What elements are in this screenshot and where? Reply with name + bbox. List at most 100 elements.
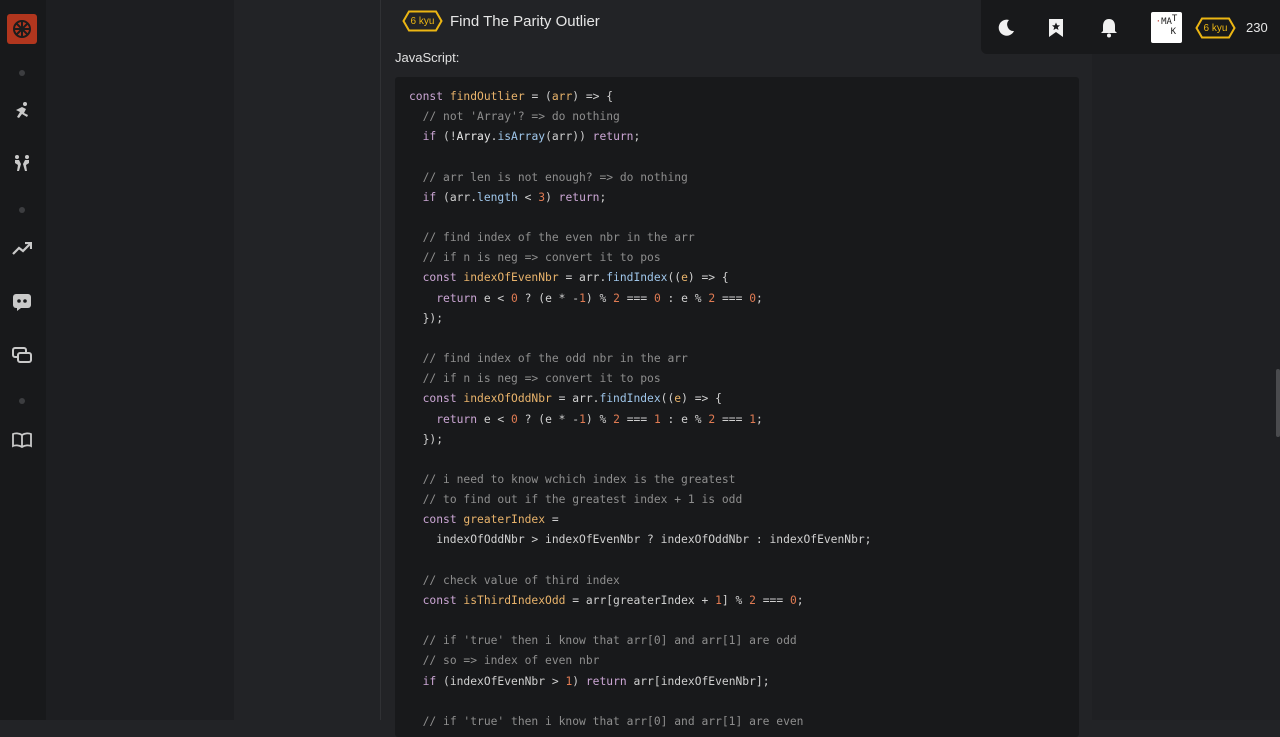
logo-icon[interactable] <box>7 14 37 44</box>
code-line: const greaterIndex = <box>409 510 1065 530</box>
code-line: // check value of third index <box>409 571 1065 591</box>
kata-header: 6 kyu Find The Parity Outlier <box>402 10 600 32</box>
code-token: 0 <box>749 291 756 305</box>
code-token: if <box>422 130 437 144</box>
code-token: findIndex <box>606 271 668 285</box>
code-token: = arr. <box>558 271 607 285</box>
code-token: const <box>422 513 464 527</box>
code-token: findIndex <box>599 392 661 406</box>
code-token: ; <box>633 130 641 144</box>
user-rank-badge[interactable]: 6 kyu <box>1195 17 1236 39</box>
code-token: === <box>755 593 790 607</box>
code-token: // if 'true' then i know that arr[0] and… <box>422 634 797 648</box>
kata-title[interactable]: Find The Parity Outlier <box>450 13 600 30</box>
code-token: // i need to know wchich index is the gr… <box>422 472 736 486</box>
code-line: if (!Array.isArray(arr)) return; <box>409 127 1065 147</box>
code-token: (indexOfEvenNbr > <box>436 674 566 688</box>
practice-icon[interactable] <box>11 100 33 122</box>
code-token: if <box>422 674 437 688</box>
code-token: = arr. <box>551 392 600 406</box>
code-token: ? (e * - <box>517 291 580 305</box>
code-line: // so => index of even nbr <box>409 651 1065 671</box>
language-label: JavaScript: <box>395 50 460 65</box>
user-avatar[interactable]: ·MAT K <box>1151 12 1182 43</box>
sidebar-separator <box>19 207 25 213</box>
solution-content: 6 kyu Find The Parity Outlier JavaScript… <box>382 0 1092 737</box>
code-token: isArray <box>497 130 546 144</box>
code-token: // find index of the even nbr in the arr <box>422 231 695 245</box>
code-token: // not 'Array'? => do nothing <box>422 110 620 124</box>
code-token: 1 <box>653 412 661 426</box>
code-token: ) => { <box>681 392 722 406</box>
page-scrollbar[interactable] <box>1276 369 1280 437</box>
training-icon[interactable] <box>11 153 33 175</box>
code-token: (( <box>660 392 675 406</box>
code-token: // arr len is not enough? => do nothing <box>422 170 688 184</box>
top-bar: ·MAT K 6 kyu 230 <box>981 0 1280 54</box>
avatar-text-line-2: K <box>1170 27 1176 37</box>
code-token: arr <box>551 90 573 103</box>
code-line: // find index of the even nbr in the arr <box>409 228 1065 248</box>
code-token: return <box>436 412 478 426</box>
code-token: indexOfOddNbr > indexOfEvenNbr ? indexOf… <box>409 533 872 547</box>
code-token: findOutlier <box>449 90 525 103</box>
code-token: const <box>422 271 464 285</box>
code-token: 2 <box>613 412 620 426</box>
bookmark-icon[interactable] <box>1045 17 1067 39</box>
code-token: // if n is neg => convert it to pos <box>422 372 661 386</box>
code-token: ) % <box>585 291 614 305</box>
code-token: === <box>715 291 750 305</box>
code-token: 0 <box>511 412 518 426</box>
code-token: indexOfOddNbr <box>463 392 552 406</box>
code-line: if (arr.length < 3) return; <box>409 188 1065 208</box>
code-token: ) <box>572 674 586 688</box>
code-token: 0 <box>653 291 661 305</box>
leaderboards-icon[interactable] <box>11 238 33 260</box>
code-token: Array <box>456 130 491 144</box>
sidebar-separator <box>19 70 25 76</box>
code-token: 2 <box>749 593 756 607</box>
main-sidebar <box>0 0 46 720</box>
code-token: ) % <box>585 412 614 426</box>
code-line: // if 'true' then i know that arr[0] and… <box>409 631 1065 651</box>
forum-icon[interactable] <box>11 345 33 367</box>
code-token: < <box>517 190 539 204</box>
code-line: const isThirdIndexOdd = arr[greaterIndex… <box>409 591 1065 611</box>
code-token: ; <box>599 190 607 204</box>
code-token: ) => { <box>572 90 614 103</box>
code-block[interactable]: const findOutlier = (arr) => { // not 'A… <box>395 77 1079 737</box>
sidebar-separator <box>19 398 25 404</box>
docs-icon[interactable] <box>11 429 33 451</box>
code-token: greaterIndex <box>463 513 546 527</box>
user-rank-label: 6 kyu <box>1203 22 1228 34</box>
discord-icon[interactable] <box>11 291 33 313</box>
code-token: (( <box>667 271 682 285</box>
code-token: : e % <box>660 412 709 426</box>
code-line: const indexOfOddNbr = arr.findIndex((e) … <box>409 389 1065 409</box>
code-token: 1 <box>749 412 756 426</box>
code-token: }); <box>409 432 444 446</box>
code-line: // if 'true' then i know that arr[0] and… <box>409 712 1065 732</box>
code-token: 2 <box>613 291 620 305</box>
right-panel <box>1092 0 1280 720</box>
moon-icon[interactable] <box>995 17 1017 39</box>
code-line: const indexOfEvenNbr = arr.findIndex((e)… <box>409 268 1065 288</box>
code-token: 0 <box>511 291 518 305</box>
bell-icon[interactable] <box>1098 17 1120 39</box>
